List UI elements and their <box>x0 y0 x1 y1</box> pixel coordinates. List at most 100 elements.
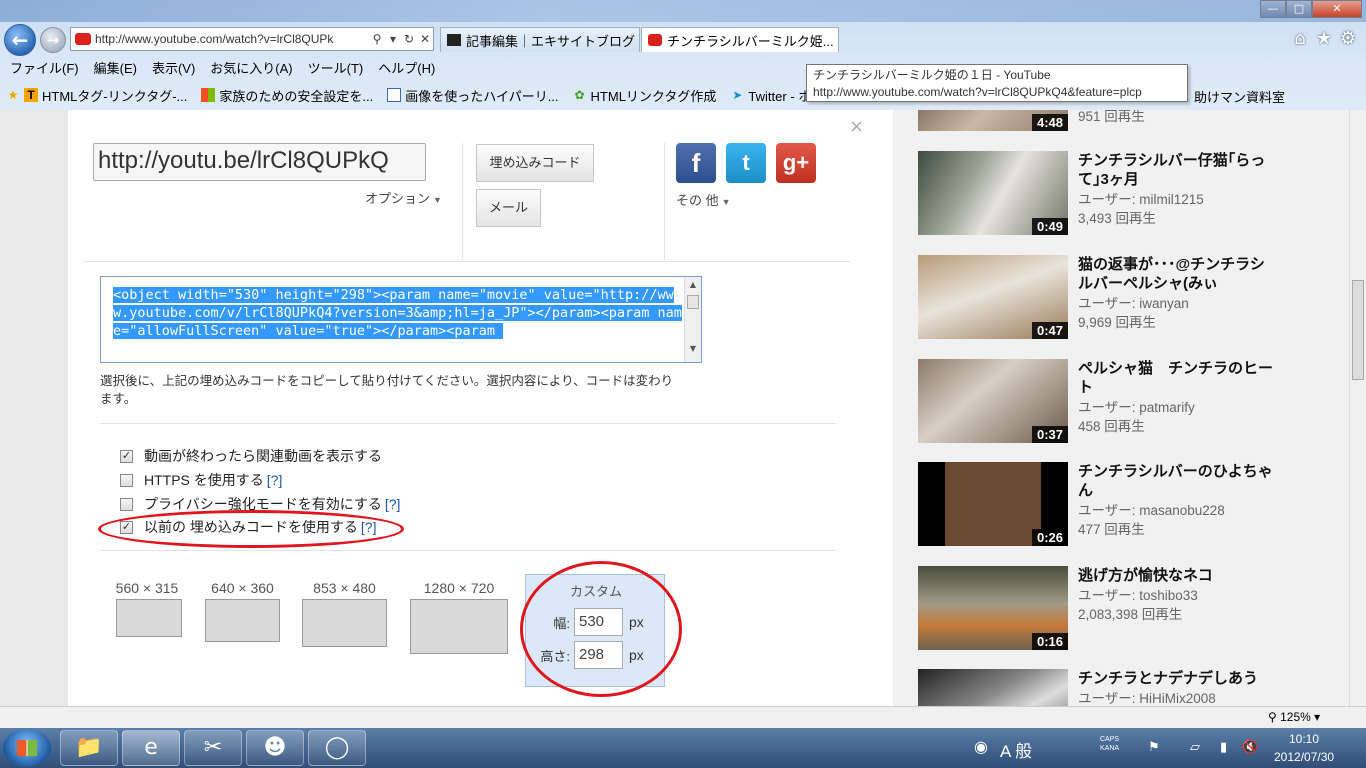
close-window-button[interactable]: ✕ <box>1312 0 1362 18</box>
flag-icon[interactable]: ⚑ <box>1148 739 1160 755</box>
help-link[interactable]: [?] <box>267 472 283 488</box>
home-icon[interactable]: ⌂ <box>1290 29 1310 49</box>
scroll-down-icon[interactable]: ▼ <box>685 341 701 357</box>
favorite-link-html-link-tag[interactable]: ✿ HTMLリンクタグ作成 <box>573 86 717 105</box>
video-thumbnail[interactable]: 0:37 <box>918 359 1068 443</box>
explorer-folder-icon[interactable]: 📁 <box>60 730 118 766</box>
network-icon[interactable]: ▱ <box>1190 739 1200 755</box>
video-thumbnail[interactable]: 4:48 <box>918 110 1068 131</box>
scroll-thumb[interactable] <box>687 295 699 309</box>
page-scrollbar[interactable] <box>1349 110 1366 706</box>
minimize-button[interactable]: — <box>1260 0 1286 18</box>
video-views: 3,493 回再生 <box>1078 211 1157 226</box>
video-title[interactable]: チンチラシルバー仔猫｢らって｣3ヶ月 <box>1078 151 1278 189</box>
checkbox[interactable] <box>120 473 133 487</box>
clock-date[interactable]: 2012/07/30 <box>1274 750 1334 764</box>
ime-indicator[interactable]: A 般 <box>1000 737 1032 762</box>
address-bar[interactable]: http://www.youtube.com/watch?v=lrCl8QUPk… <box>70 27 434 51</box>
close-icon[interactable]: × <box>849 116 864 137</box>
zoom-control[interactable]: ⚲ 125% ▾ <box>1268 710 1320 724</box>
option-use-https[interactable]: HTTPS を使用する [?] <box>120 470 282 490</box>
video-user[interactable]: ユーザー: masanobu228 <box>1078 501 1225 520</box>
gear-icon[interactable]: ⚙ <box>1338 29 1358 49</box>
start-button[interactable] <box>3 729 51 767</box>
scroll-up-icon[interactable]: ▲ <box>685 277 701 293</box>
menu-favorites[interactable]: お気に入り(A) <box>210 58 292 77</box>
video-user[interactable]: ユーザー: patmarify <box>1078 398 1195 417</box>
video-user[interactable]: ユーザー: milmil1215 <box>1078 190 1204 209</box>
embed-code-text[interactable]: <object width="530" height="298"><param … <box>113 286 683 341</box>
related-video[interactable]: 0:47 猫の返事が･･･@チンチラシルバーペルシャ(みぃ ユーザー: iwan… <box>918 255 1349 345</box>
forward-button[interactable]: → <box>40 27 66 53</box>
favorite-link-html-tag[interactable]: T HTMLタグ-リンクタグ-... <box>24 86 187 105</box>
address-input[interactable]: http://www.youtube.com/watch?v=lrCl8QUPk <box>95 32 369 46</box>
email-button[interactable]: メール <box>476 189 541 227</box>
video-user[interactable]: ユーザー: iwanyan <box>1078 294 1189 313</box>
video-user[interactable]: ユーザー: HiHiMix2008 <box>1078 689 1216 706</box>
tab-excite-blog[interactable]: 記事編集｜エキサイトブログ <box>440 27 640 52</box>
volume-muted-icon[interactable]: 🔇 <box>1242 739 1258 755</box>
size-preset-640[interactable]: 640 × 360 <box>205 580 280 642</box>
title-bar <box>0 0 1366 22</box>
facebook-icon[interactable]: f <box>676 143 716 183</box>
related-video[interactable]: 0:49 チンチラシルバー仔猫｢らって｣3ヶ月 ユーザー: milmil1215… <box>918 151 1349 241</box>
options-dropdown[interactable]: オプション ▼ <box>365 188 442 207</box>
messenger-icon[interactable]: ☻ <box>246 730 304 766</box>
more-dropdown[interactable]: その 他 ▼ <box>676 190 731 209</box>
app-scissors-icon[interactable]: ✂ <box>184 730 242 766</box>
size-preset-560[interactable]: 560 × 315 <box>112 580 182 637</box>
help-link[interactable]: [?] <box>385 496 401 512</box>
video-title[interactable]: チンチラとナデナデしあう <box>1078 669 1278 688</box>
embed-code-button[interactable]: 埋め込みコード <box>476 144 594 182</box>
embed-scrollbar[interactable]: ▲ ▼ <box>684 277 701 362</box>
video-user[interactable]: ユーザー: toshibo33 <box>1078 586 1198 605</box>
embed-code-textarea[interactable]: <object width="530" height="298"><param … <box>100 276 702 363</box>
video-thumbnail[interactable]: 0:47 <box>918 255 1068 339</box>
favorite-link-family-safety[interactable]: 家族のための安全設定を... <box>201 86 373 105</box>
size-preset-853[interactable]: 853 × 480 <box>302 580 387 647</box>
related-video[interactable]: 0:26 チンチラシルバーのひよちゃん ユーザー: masanobu228 47… <box>918 462 1349 552</box>
video-title[interactable]: 猫の返事が･･･@チンチラシルバーペルシャ(みぃ <box>1078 255 1278 293</box>
security-icon[interactable]: ◉ <box>974 737 988 757</box>
video-title[interactable]: ペルシャ猫 チンチラのヒート <box>1078 359 1278 397</box>
short-url-field[interactable]: http://youtu.be/lrCl8QUPkQ <box>93 143 426 181</box>
dropdown-icon[interactable]: ▾ <box>385 32 401 46</box>
tooltip-title: チンチラシルバーミルク姫の１日 - YouTube <box>813 68 1051 82</box>
favorite-link-image-hyperlink[interactable]: 画像を使ったハイパーリ... <box>387 86 559 105</box>
related-video[interactable]: 0:37 ペルシャ猫 チンチラのヒート ユーザー: patmarify 458 … <box>918 359 1349 449</box>
scroll-thumb[interactable] <box>1352 280 1364 380</box>
checkbox-checked[interactable]: ✓ <box>120 449 133 463</box>
option-show-related[interactable]: ✓ 動画が終わったら関連動画を表示する <box>120 446 382 466</box>
signal-icon[interactable]: ▮ <box>1220 739 1227 755</box>
chat-bubble-icon[interactable]: ◯ <box>308 730 366 766</box>
video-thumbnail[interactable]: 0:49 <box>918 151 1068 235</box>
menu-tools[interactable]: ツール(T) <box>308 58 364 77</box>
menu-help[interactable]: ヘルプ(H) <box>378 58 435 77</box>
video-thumbnail[interactable]: 0:26 <box>918 462 1068 546</box>
menu-edit[interactable]: 編集(E) <box>94 58 137 77</box>
tab-youtube[interactable]: チンチラシルバーミルク姫... ✕ <box>641 27 839 52</box>
video-thumbnail[interactable] <box>918 669 1068 706</box>
related-video[interactable]: チンチラとナデナデしあう ユーザー: HiHiMix2008 <box>918 669 1349 706</box>
googleplus-icon[interactable]: g+ <box>776 143 816 183</box>
video-thumbnail[interactable]: 0:16 <box>918 566 1068 650</box>
clock-time[interactable]: 10:10 <box>1289 732 1319 746</box>
video-title[interactable]: 逃げ方が愉快なネコ <box>1078 566 1278 585</box>
twitter-icon[interactable]: t <box>726 143 766 183</box>
favorites-star-icon[interactable]: ★ <box>1314 29 1334 49</box>
favorite-link-overflow[interactable]: 助けマン資料室 <box>1194 87 1285 106</box>
checkbox[interactable] <box>120 497 133 511</box>
back-button[interactable]: ← <box>4 24 36 56</box>
favorites-star-icon[interactable]: ★ <box>6 88 20 102</box>
size-preset-1280[interactable]: 1280 × 720 <box>410 580 508 654</box>
divider <box>664 143 665 259</box>
menu-view[interactable]: 表示(V) <box>152 58 195 77</box>
internet-explorer-icon[interactable]: e <box>122 730 180 766</box>
search-icon[interactable]: ⚲ <box>369 32 385 46</box>
video-title[interactable]: チンチラシルバーのひよちゃん <box>1078 462 1278 500</box>
menu-file[interactable]: ファイル(F) <box>10 58 79 77</box>
refresh-icon[interactable]: ↻ <box>401 32 417 46</box>
stop-icon[interactable]: ✕ <box>417 32 433 46</box>
maximize-button[interactable]: □ <box>1286 0 1312 18</box>
related-video[interactable]: 0:16 逃げ方が愉快なネコ ユーザー: toshibo33 2,083,398… <box>918 566 1349 656</box>
